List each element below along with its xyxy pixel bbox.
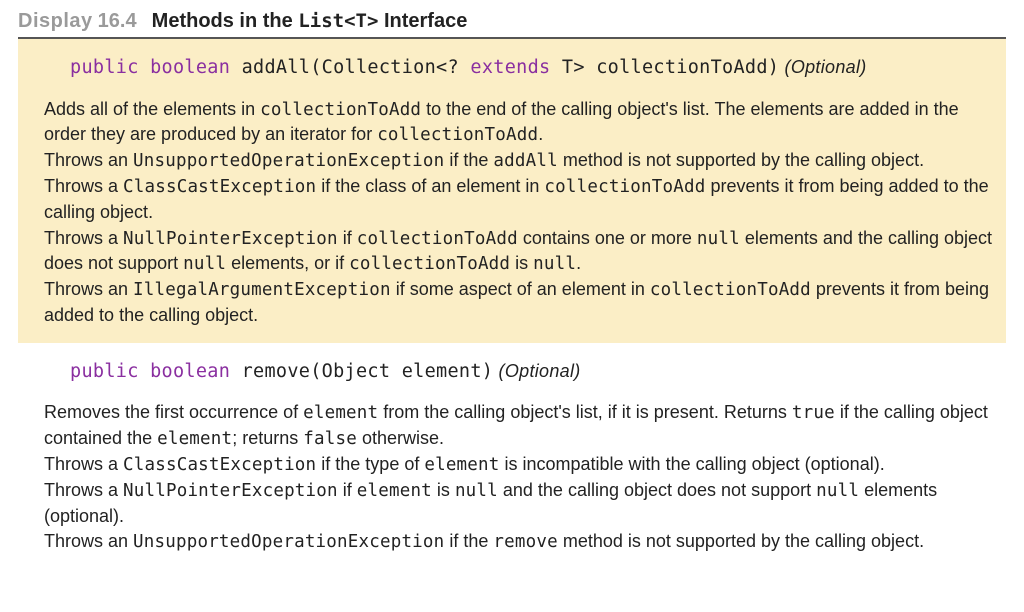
body-text: Adds all of the elements in (44, 99, 260, 119)
signature-text: addAll(Collection<? (230, 57, 470, 78)
body-text: Throws a (44, 176, 123, 196)
description-line: Throws an UnsupportedOperationException … (44, 148, 996, 174)
code-text: null (455, 481, 498, 501)
code-text: UnsupportedOperationException (133, 532, 444, 552)
body-text: Throws a (44, 480, 123, 500)
display-header: Display 16.4 Methods in the List<T> Inte… (18, 10, 1006, 39)
code-text: null (697, 229, 740, 249)
method-description: Removes the first occurrence of element … (44, 400, 996, 555)
body-text: if the type of (316, 454, 424, 474)
code-text: collectionToAdd (260, 100, 421, 120)
code-text: remove (493, 532, 557, 552)
code-text: IllegalArgumentException (133, 280, 391, 300)
keyword: public (70, 57, 139, 78)
code-text: true (792, 403, 835, 423)
code-text: false (303, 429, 357, 449)
display-word: Display (18, 10, 93, 32)
methods-container: public boolean addAll(Collection<? exten… (18, 39, 1006, 569)
body-text: is (432, 480, 455, 500)
page: Display 16.4 Methods in the List<T> Inte… (0, 0, 1024, 587)
optional-tag: (Optional) (493, 361, 580, 381)
code-text: collectionToAdd (544, 177, 705, 197)
method-signature: public boolean addAll(Collection<? exten… (44, 53, 996, 83)
header-title-after: Interface (378, 10, 467, 32)
method-description: Adds all of the elements in collectionTo… (44, 97, 996, 329)
body-text: from the calling object's list, if it is… (378, 402, 792, 422)
description-line: Adds all of the elements in collectionTo… (44, 97, 996, 149)
description-line: Throws an UnsupportedOperationException … (44, 529, 996, 555)
body-text: Throws a (44, 228, 123, 248)
body-text: and the calling object does not support (498, 480, 816, 500)
body-text: contains one or more (518, 228, 697, 248)
description-line: Throws an IllegalArgumentException if so… (44, 277, 996, 328)
code-text: element (424, 455, 499, 475)
description-line: Throws a NullPointerException if element… (44, 478, 996, 529)
body-text: if (338, 228, 357, 248)
body-text: . (538, 124, 543, 144)
header-title-before: Methods in the (152, 10, 299, 32)
keyword: extends (470, 57, 550, 78)
body-text: method is not supported by the calling o… (558, 531, 924, 551)
keyword: boolean (150, 57, 230, 78)
optional-tag: (Optional) (779, 57, 866, 77)
code-text: element (157, 429, 232, 449)
body-text: . (576, 253, 581, 273)
body-text: is incompatible with the calling object … (500, 454, 885, 474)
code-text: addAll (493, 151, 557, 171)
body-text: Throws an (44, 150, 133, 170)
body-text: if the class of an element in (316, 176, 544, 196)
code-text: UnsupportedOperationException (133, 151, 444, 171)
code-text: element (303, 403, 378, 423)
code-text: ClassCastException (123, 177, 316, 197)
description-line: Removes the first occurrence of element … (44, 400, 996, 452)
body-text: Removes the first occurrence of (44, 402, 303, 422)
body-text: otherwise. (357, 428, 444, 448)
method-block: public boolean remove(Object element) (O… (18, 343, 1006, 569)
body-text: if the (444, 531, 493, 551)
signature-text: remove(Object element) (230, 361, 493, 382)
code-text: collectionToAdd (349, 254, 510, 274)
body-text: if (338, 480, 357, 500)
display-number: 16.4 (98, 10, 137, 32)
code-text: null (816, 481, 859, 501)
code-text: null (533, 254, 576, 274)
description-line: Throws a ClassCastException if the class… (44, 174, 996, 225)
body-text: if the (444, 150, 493, 170)
code-text: ClassCastException (123, 455, 316, 475)
code-text: NullPointerException (123, 229, 338, 249)
signature-text: T> collectionToAdd) (550, 57, 779, 78)
header-title-code: List<T> (298, 10, 378, 32)
description-line: Throws a NullPointerException if collect… (44, 226, 996, 278)
body-text: method is not supported by the calling o… (558, 150, 924, 170)
method-signature: public boolean remove(Object element) (O… (44, 357, 996, 387)
body-text: elements, or if (226, 253, 349, 273)
body-text: Throws an (44, 279, 133, 299)
code-text: null (183, 254, 226, 274)
description-line: Throws a ClassCastException if the type … (44, 452, 996, 478)
code-text: NullPointerException (123, 481, 338, 501)
body-text: ; returns (232, 428, 303, 448)
code-text: collectionToAdd (650, 280, 811, 300)
body-text: Throws an (44, 531, 133, 551)
code-text: element (357, 481, 432, 501)
body-text: if some aspect of an element in (391, 279, 650, 299)
keyword: public (70, 361, 139, 382)
code-text: collectionToAdd (377, 125, 538, 145)
code-text: collectionToAdd (357, 229, 518, 249)
body-text: is (510, 253, 533, 273)
method-block: public boolean addAll(Collection<? exten… (18, 39, 1006, 343)
body-text: Throws a (44, 454, 123, 474)
keyword: boolean (150, 361, 230, 382)
